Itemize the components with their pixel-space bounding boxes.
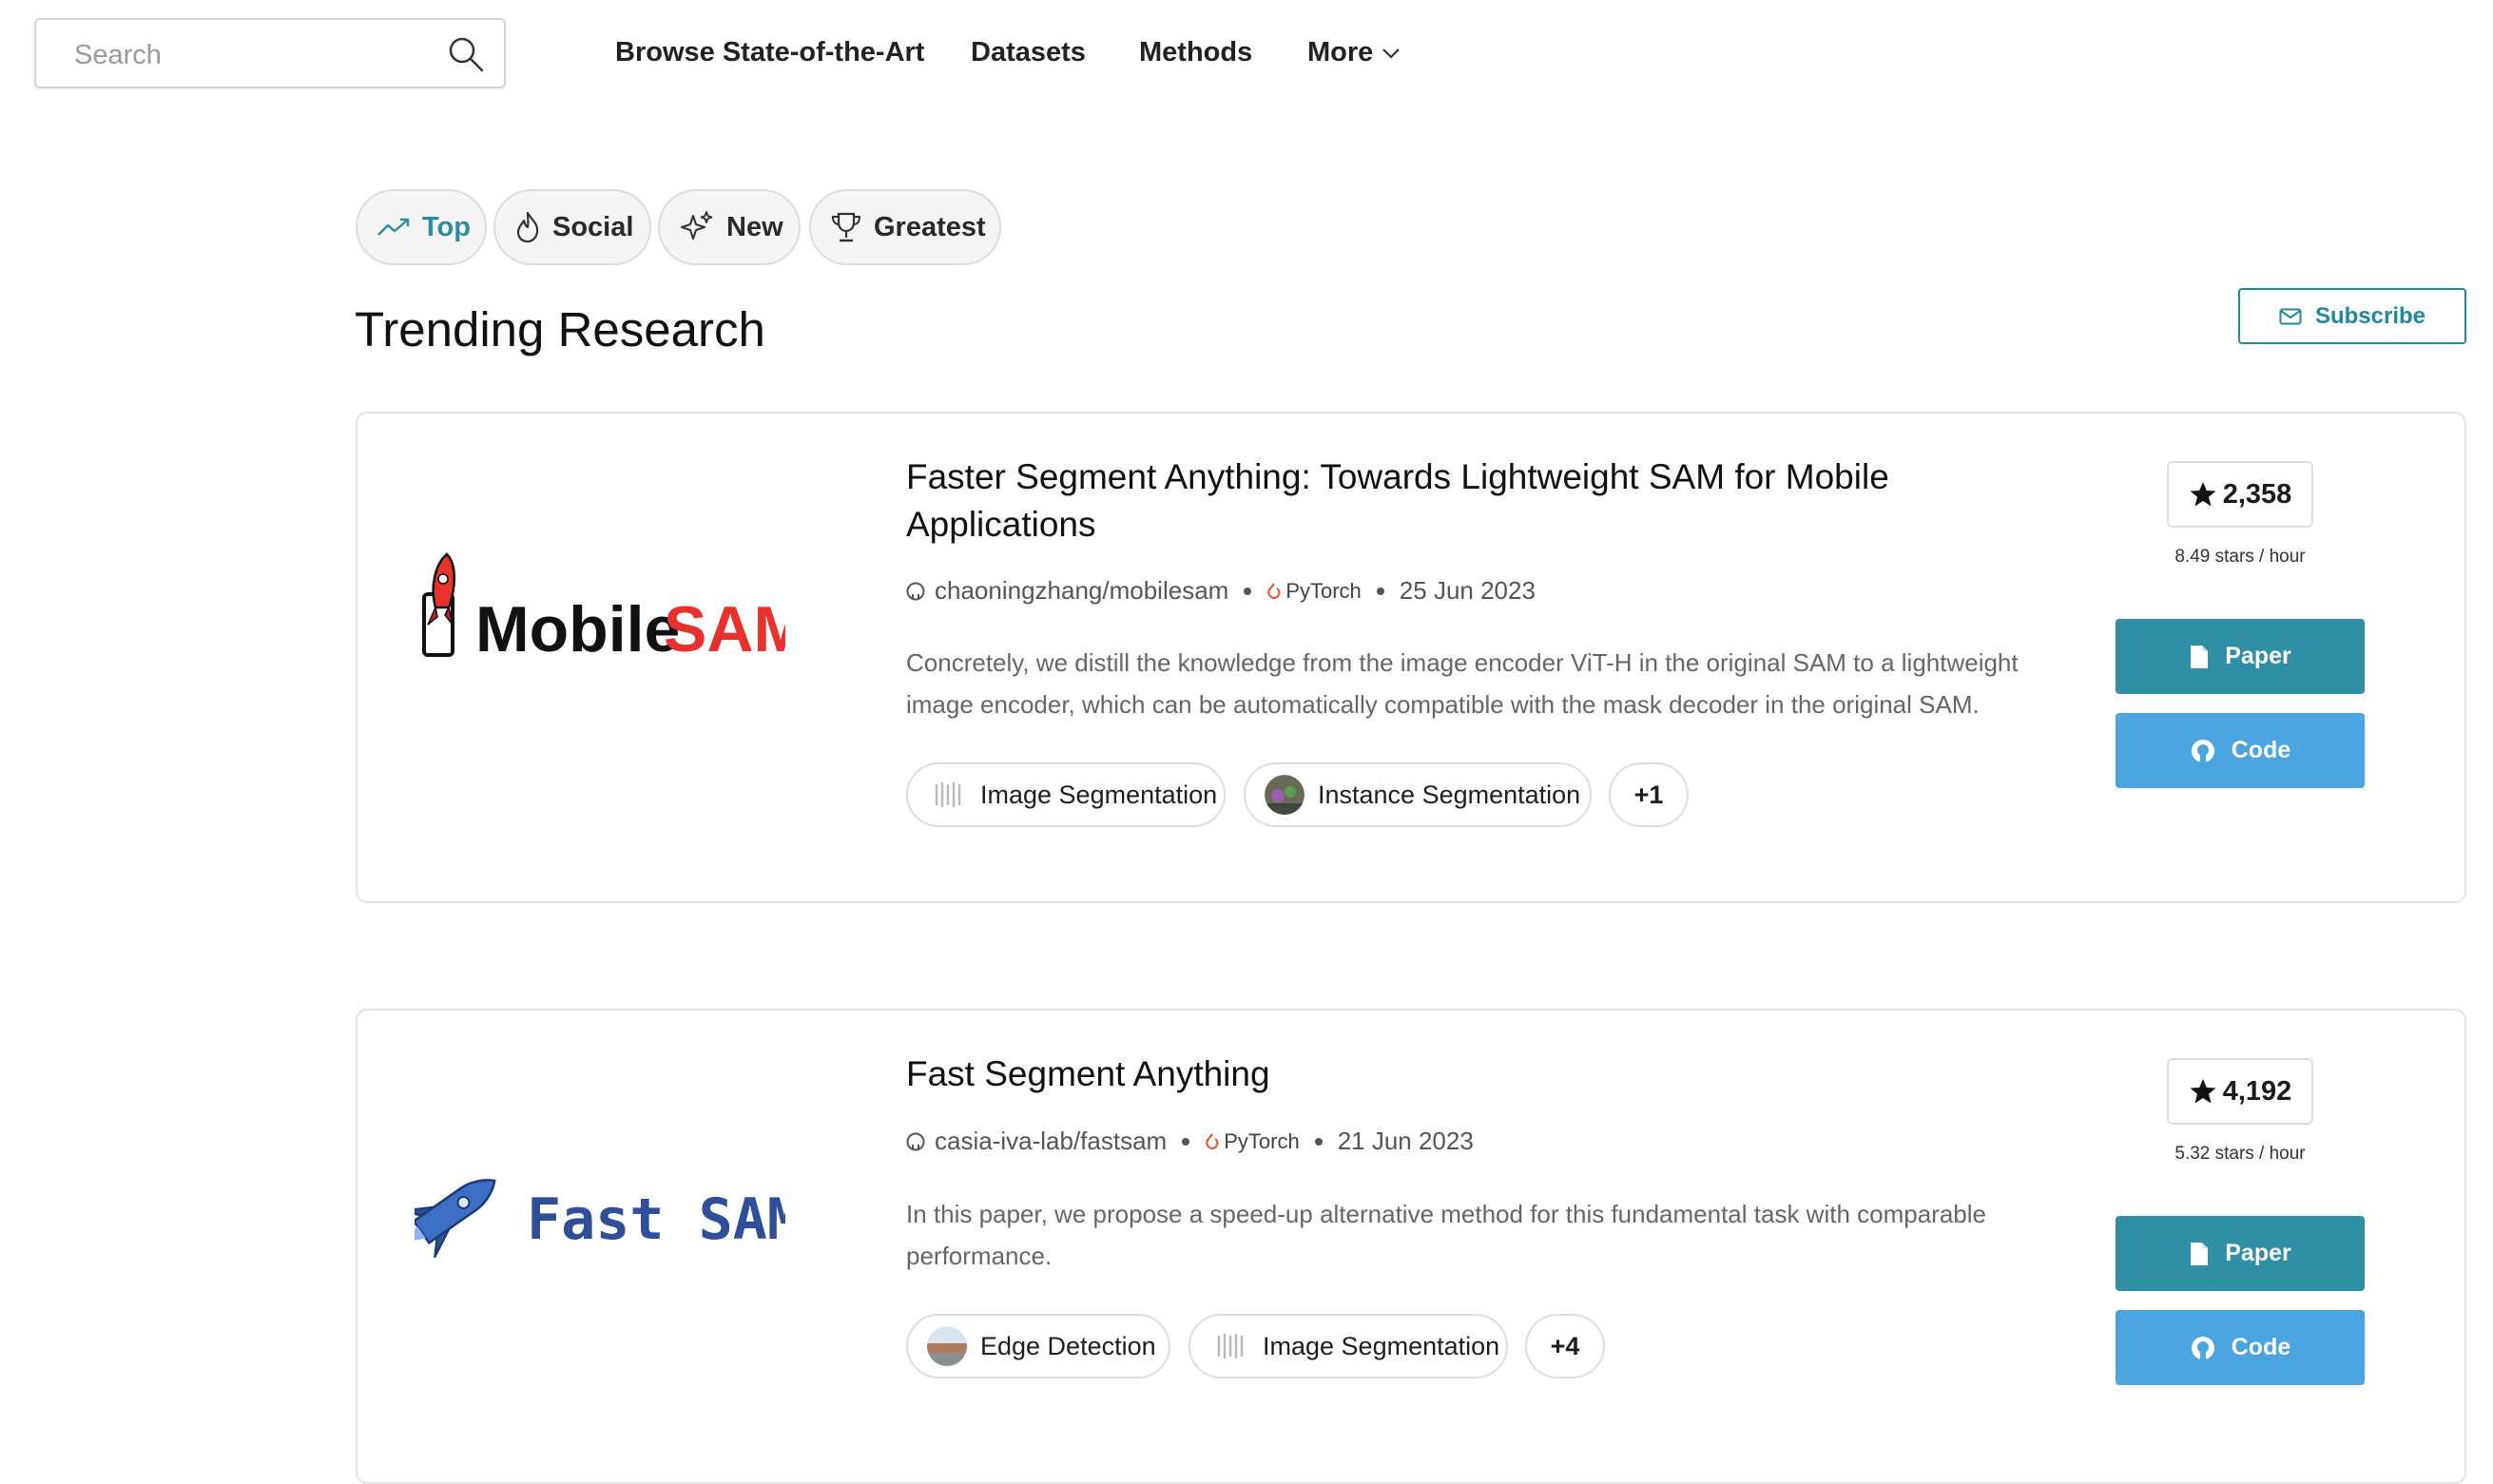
paper-thumbnail[interactable]: Fast SAM bbox=[415, 1144, 785, 1277]
paper-card: Mobile SAM Faster Segment Anything: Towa… bbox=[356, 412, 2466, 903]
paper-card: Fast SAM Fast Segment Anything casia-iva… bbox=[356, 1009, 2466, 1484]
nav-browse-sota[interactable]: Browse State-of-the-Art bbox=[615, 29, 924, 76]
page-title: Trending Research bbox=[355, 302, 765, 357]
paper-date: 25 Jun 2023 bbox=[1399, 576, 1536, 605]
search-icon[interactable] bbox=[447, 35, 485, 73]
tab-new[interactable]: New bbox=[658, 189, 801, 265]
paper-thumbnail[interactable]: Mobile SAM bbox=[415, 547, 785, 680]
framework-label: PyTorch bbox=[1285, 578, 1362, 603]
envelope-icon bbox=[2279, 308, 2302, 324]
task-chip[interactable]: Edge Detection bbox=[906, 1314, 1170, 1378]
stars-badge[interactable]: 4,192 bbox=[2167, 1058, 2313, 1125]
separator-dot bbox=[1314, 1137, 1323, 1146]
star-icon bbox=[2190, 1079, 2216, 1104]
tab-new-label: New bbox=[726, 211, 783, 242]
thumbnail-mobile-text: Mobile bbox=[475, 593, 680, 665]
tab-top[interactable]: Top bbox=[356, 189, 487, 265]
stars-count: 2,358 bbox=[2222, 478, 2292, 510]
nav-methods[interactable]: Methods bbox=[1139, 29, 1252, 76]
paper-date: 21 Jun 2023 bbox=[1337, 1127, 1474, 1155]
nav-more-dropdown[interactable]: More bbox=[1307, 29, 1401, 76]
trending-up-icon bbox=[377, 218, 410, 236]
subscribe-button[interactable]: Subscribe bbox=[2238, 288, 2466, 344]
flame-icon bbox=[516, 211, 539, 243]
chevron-down-icon bbox=[1382, 48, 1401, 59]
paper-meta: casia-iva-lab/fastsam PyTorch 21 Jun 202… bbox=[906, 1127, 1474, 1156]
sparkles-icon bbox=[681, 211, 713, 240]
paper-button-label: Paper bbox=[2225, 643, 2291, 669]
image-segmentation-icon bbox=[935, 782, 961, 807]
framework-label: PyTorch bbox=[1224, 1128, 1300, 1153]
pytorch-icon bbox=[1206, 1132, 1219, 1149]
stars-badge[interactable]: 2,358 bbox=[2167, 461, 2313, 528]
more-tasks-chip[interactable]: +4 bbox=[1525, 1314, 1605, 1378]
framework-badge: PyTorch bbox=[1205, 1128, 1300, 1154]
separator-dot bbox=[1182, 1137, 1190, 1146]
pytorch-icon bbox=[1267, 582, 1281, 599]
paper-abstract: Concretely, we distill the knowledge fro… bbox=[906, 648, 2019, 719]
code-button-label: Code bbox=[2231, 1334, 2291, 1360]
task-chip-label: Edge Detection bbox=[980, 1331, 1156, 1360]
github-icon bbox=[2191, 1336, 2214, 1359]
github-icon bbox=[906, 582, 925, 600]
nav-more-label: More bbox=[1307, 37, 1374, 67]
paper-abstract: In this paper, we propose a speed-up alt… bbox=[906, 1200, 1986, 1270]
tab-top-label: Top bbox=[422, 211, 471, 242]
paper-button[interactable]: Paper bbox=[2116, 619, 2365, 694]
task-chip-label: Image Segmentation bbox=[980, 780, 1218, 809]
more-tasks-chip[interactable]: +1 bbox=[1609, 762, 1689, 827]
image-segmentation-icon bbox=[1217, 1334, 1244, 1359]
document-icon bbox=[2191, 1242, 2209, 1265]
paper-title[interactable]: Faster Segment Anything: Towards Lightwe… bbox=[906, 453, 2009, 549]
thumbnail-text: Fast SAM bbox=[527, 1186, 785, 1253]
tab-greatest-label: Greatest bbox=[874, 211, 986, 242]
tab-social-label: Social bbox=[552, 211, 634, 242]
star-icon bbox=[2190, 482, 2216, 507]
stars-count: 4,192 bbox=[2222, 1075, 2292, 1107]
code-button[interactable]: Code bbox=[2116, 713, 2365, 788]
paper-meta: chaoningzhang/mobilesam PyTorch 25 Jun 2… bbox=[906, 576, 1536, 606]
paper-title[interactable]: Fast Segment Anything bbox=[906, 1050, 2009, 1098]
task-chip-label: Instance Segmentation bbox=[1318, 780, 1581, 809]
paper-button-label: Paper bbox=[2225, 1240, 2291, 1266]
subscribe-label: Subscribe bbox=[2314, 302, 2426, 329]
trophy-icon bbox=[831, 212, 861, 242]
code-button[interactable]: Code bbox=[2116, 1310, 2365, 1385]
task-chip[interactable]: Image Segmentation bbox=[906, 762, 1226, 827]
github-icon bbox=[906, 1132, 925, 1150]
tab-greatest[interactable]: Greatest bbox=[809, 189, 1001, 265]
task-chip[interactable]: Instance Segmentation bbox=[1244, 762, 1592, 827]
search-input[interactable] bbox=[72, 35, 437, 75]
paper-button[interactable]: Paper bbox=[2116, 1216, 2365, 1291]
repo-link[interactable]: chaoningzhang/mobilesam bbox=[935, 576, 1228, 606]
task-chip-label: Image Segmentation bbox=[1263, 1331, 1500, 1360]
github-icon bbox=[2191, 739, 2214, 762]
code-button-label: Code bbox=[2231, 737, 2291, 763]
tab-social[interactable]: Social bbox=[493, 189, 651, 265]
edge-detection-thumbnail bbox=[927, 1326, 967, 1366]
separator-dot bbox=[1244, 587, 1252, 595]
thumbnail-sam-text: SAM bbox=[664, 593, 785, 665]
document-icon bbox=[2191, 645, 2209, 668]
framework-badge: PyTorch bbox=[1266, 578, 1362, 604]
repo-link[interactable]: casia-iva-lab/fastsam bbox=[935, 1127, 1167, 1156]
stars-rate: 8.49 stars / hour bbox=[2174, 547, 2306, 567]
task-chip[interactable]: Image Segmentation bbox=[1189, 1314, 1508, 1378]
search-box[interactable] bbox=[34, 18, 506, 88]
separator-dot bbox=[1376, 587, 1384, 595]
nav-datasets[interactable]: Datasets bbox=[971, 29, 1086, 76]
stars-rate: 5.32 stars / hour bbox=[2174, 1144, 2306, 1164]
instance-segmentation-thumbnail bbox=[1265, 775, 1304, 815]
